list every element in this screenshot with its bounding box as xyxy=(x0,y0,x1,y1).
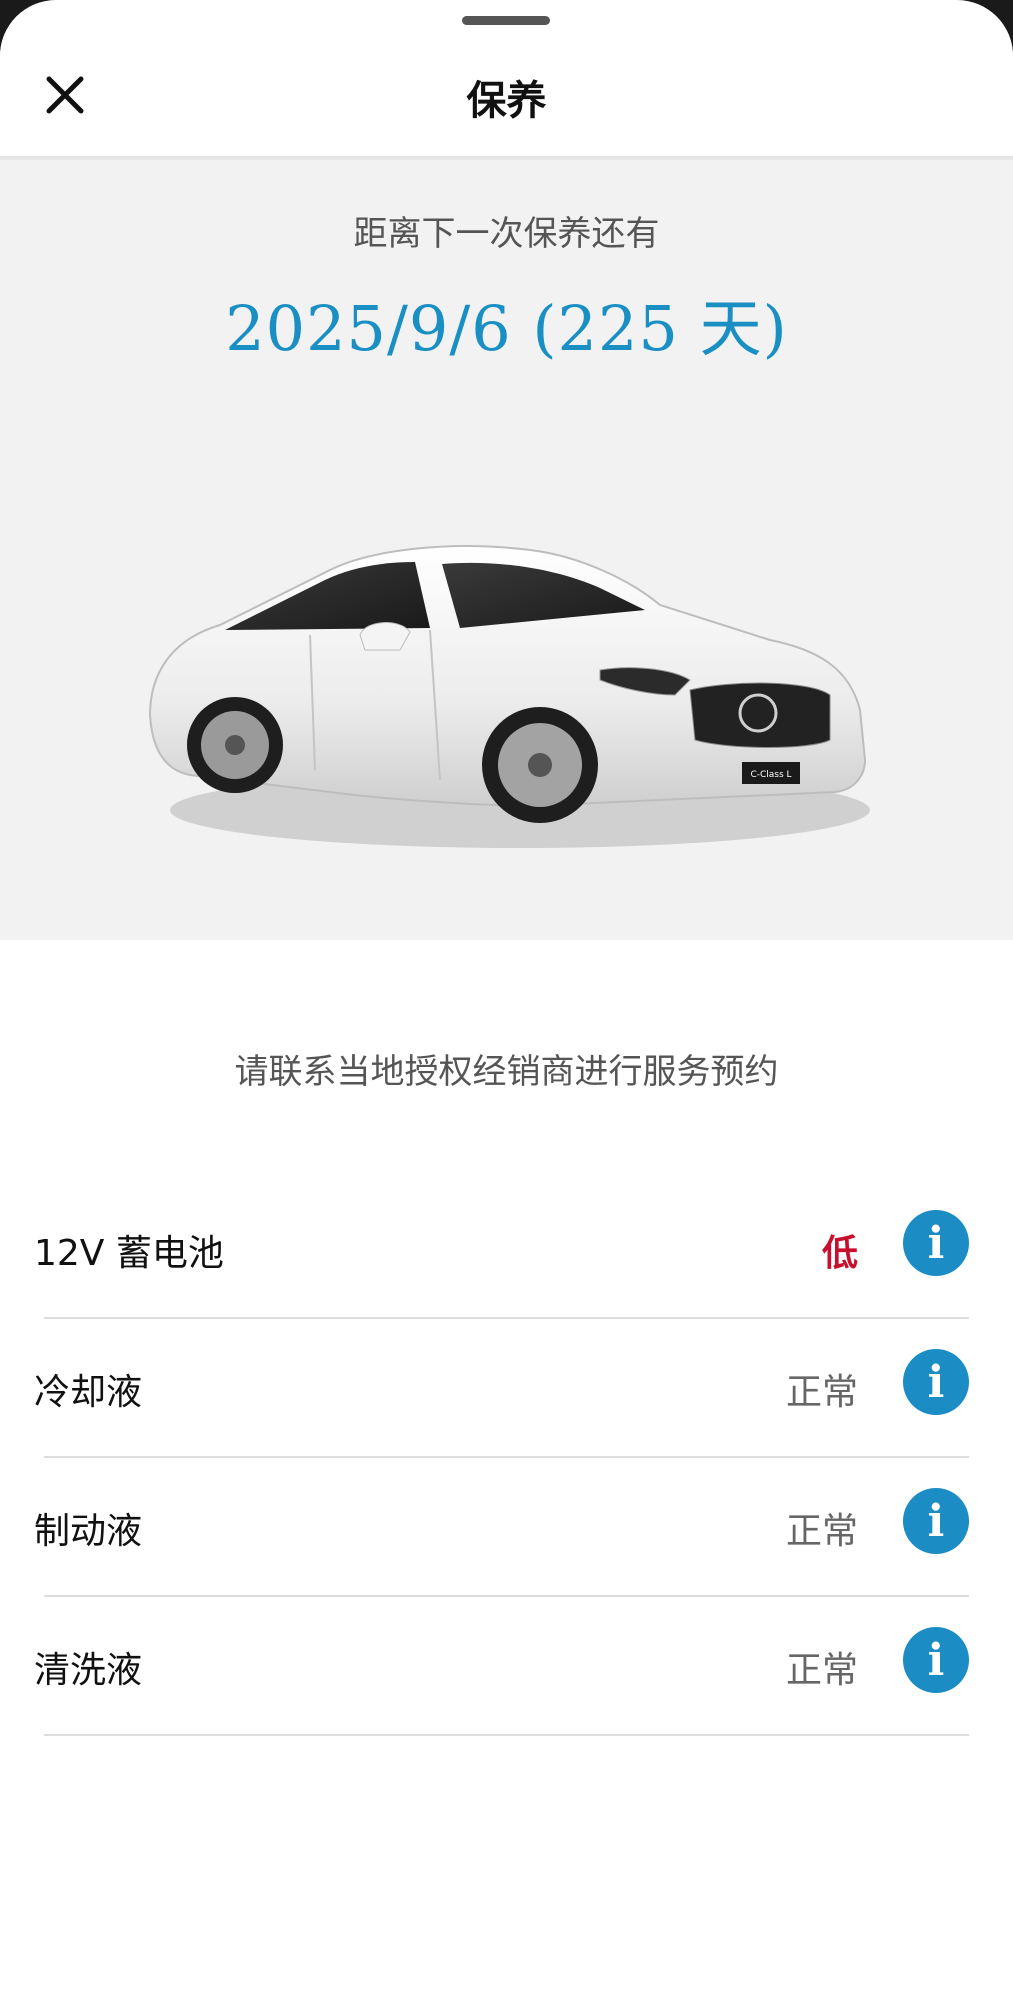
fluid-status-list: 12V 蓄电池 低 i 冷却液 正常 i 制动液 正常 i 清洗液 正常 i xyxy=(0,1180,1013,1736)
info-icon: i xyxy=(927,1635,945,1686)
status-value: 正常 xyxy=(785,1372,858,1413)
info-button[interactable]: i xyxy=(903,1210,969,1276)
page-title: 保养 xyxy=(466,78,547,124)
status-row-brake-fluid: 制动液 正常 i xyxy=(0,1458,1013,1597)
service-appointment-note: 请联系当地授权经销商进行服务预约 xyxy=(234,1052,779,1092)
info-icon: i xyxy=(927,1357,945,1408)
status-row-coolant: 冷却液 正常 i xyxy=(0,1319,1013,1458)
status-label: 12V 蓄电池 xyxy=(34,1233,224,1274)
status-value: 正常 xyxy=(785,1650,858,1691)
vehicle-image: C-Class L xyxy=(130,500,890,880)
plate-text: C-Class L xyxy=(750,770,791,780)
sheet-grabber[interactable] xyxy=(462,16,550,25)
bottom-sheet: 保养 距离下一次保养还有 2025/9/6 (225 天) C-Class L … xyxy=(0,0,1013,1995)
status-label: 清洗液 xyxy=(34,1650,143,1691)
status-row-battery: 12V 蓄电池 低 i xyxy=(0,1180,1013,1319)
countdown-caption: 距离下一次保养还有 xyxy=(353,214,660,254)
status-row-washer-fluid: 清洗液 正常 i xyxy=(0,1597,1013,1736)
info-button[interactable]: i xyxy=(903,1488,969,1554)
header: 保养 xyxy=(0,30,1013,156)
status-value: 正常 xyxy=(785,1511,858,1552)
status-value: 低 xyxy=(821,1233,858,1274)
divider xyxy=(44,1734,969,1736)
info-icon: i xyxy=(927,1218,945,1269)
status-label: 冷却液 xyxy=(34,1372,143,1413)
info-icon: i xyxy=(927,1496,945,1547)
maintenance-screen: 保养 距离下一次保养还有 2025/9/6 (225 天) C-Class L … xyxy=(0,0,1013,1995)
status-label: 制动液 xyxy=(34,1511,143,1552)
next-service-date: 2025/9/6 (225 天) xyxy=(225,292,788,365)
info-button[interactable]: i xyxy=(903,1349,969,1415)
info-button[interactable]: i xyxy=(903,1627,969,1693)
hero-section: 距离下一次保养还有 2025/9/6 (225 天) C-Class L xyxy=(0,160,1013,940)
